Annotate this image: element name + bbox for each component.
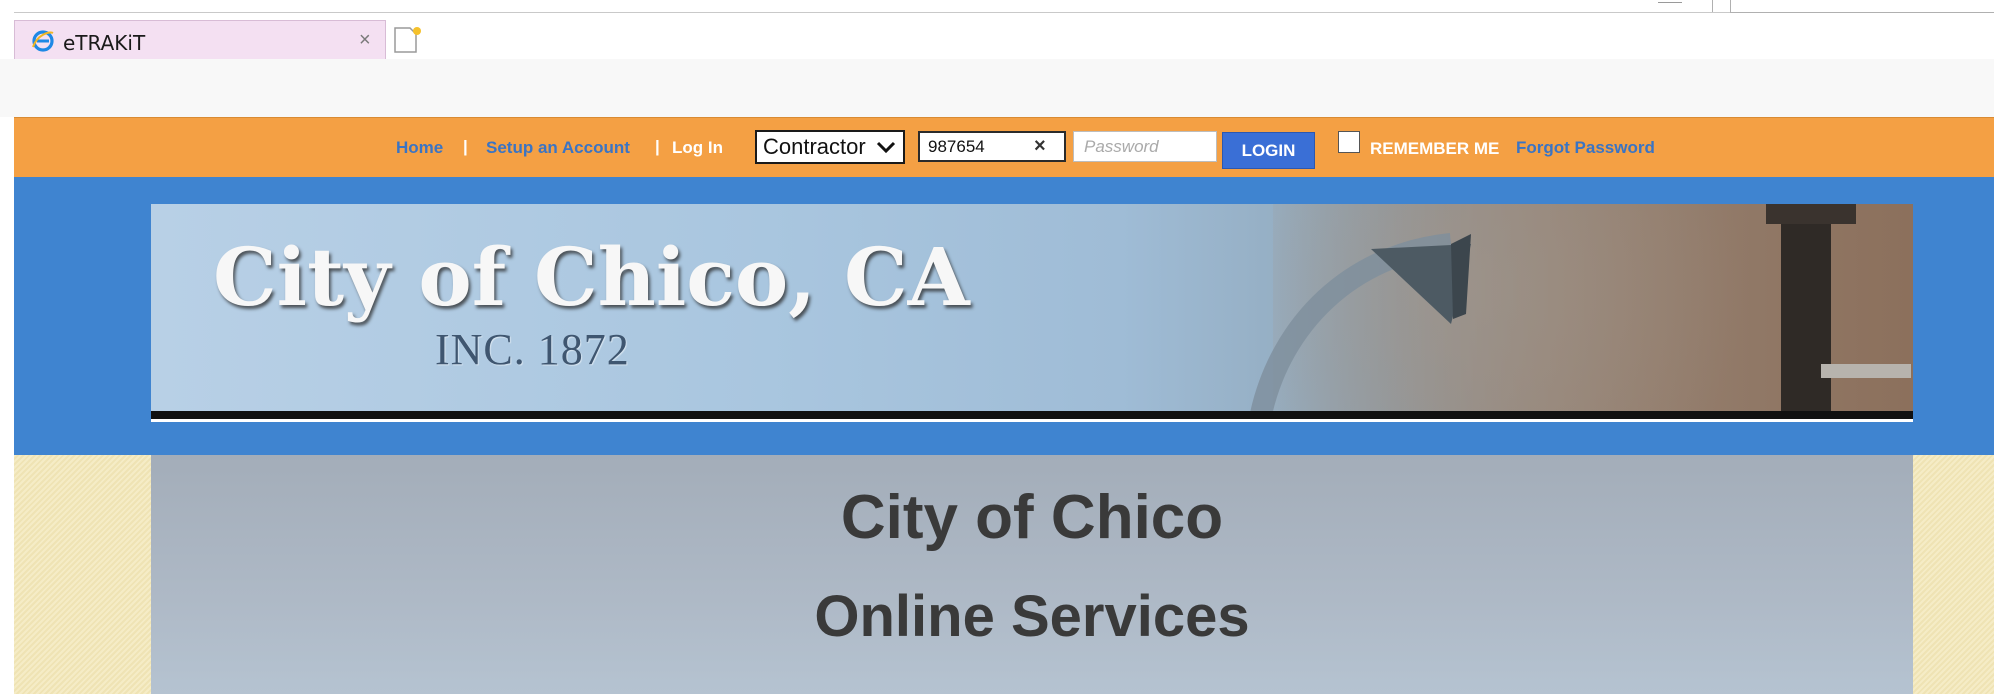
user-type-select[interactable]: Contractor [755, 130, 905, 164]
nav-separator: | [463, 137, 468, 156]
setup-account-link[interactable]: Setup an Account [486, 138, 630, 158]
password-input[interactable] [1073, 131, 1217, 162]
main-content: City of Chico Online Services [151, 455, 1913, 694]
city-banner: City of Chico, CA INC. 1872 [151, 204, 1913, 422]
home-link[interactable]: Home [396, 138, 443, 158]
banner-title: City of Chico, CA [213, 230, 970, 324]
remember-me-label: REMEMBER ME [1370, 139, 1500, 158]
page-subtitle: Online Services [814, 584, 1250, 649]
login-label: Log In [672, 138, 723, 157]
remember-me-checkbox[interactable] [1338, 131, 1360, 153]
login-button[interactable]: LOGIN [1222, 132, 1315, 169]
nav-separator: | [655, 137, 660, 156]
tab-title: eTRAKiT [63, 31, 146, 55]
browser-toolbar [0, 59, 1994, 117]
internet-explorer-icon [32, 30, 54, 52]
new-tab-icon[interactable] [390, 24, 424, 56]
close-tab-icon[interactable]: × [359, 29, 371, 52]
banner-subtitle: INC. 1872 [435, 325, 630, 374]
browser-frame-line [14, 12, 1994, 13]
chevron-down-icon [876, 141, 896, 154]
page-title: City of Chico [840, 483, 1224, 552]
clear-input-icon[interactable]: × [1034, 135, 1046, 158]
top-nav-bar: Home | Setup an Account | Log In Contrac… [14, 117, 1994, 177]
minimize-button[interactable] [1658, 0, 1682, 3]
banner-divider [151, 411, 1913, 422]
sculpture-image [1250, 204, 1911, 414]
forgot-password-link[interactable]: Forgot Password [1516, 138, 1655, 158]
browser-tab[interactable]: eTRAKiT × [14, 20, 386, 59]
restore-button[interactable] [1690, 0, 1713, 12]
address-bar[interactable] [1730, 0, 1994, 13]
user-type-value: Contractor [763, 134, 866, 159]
